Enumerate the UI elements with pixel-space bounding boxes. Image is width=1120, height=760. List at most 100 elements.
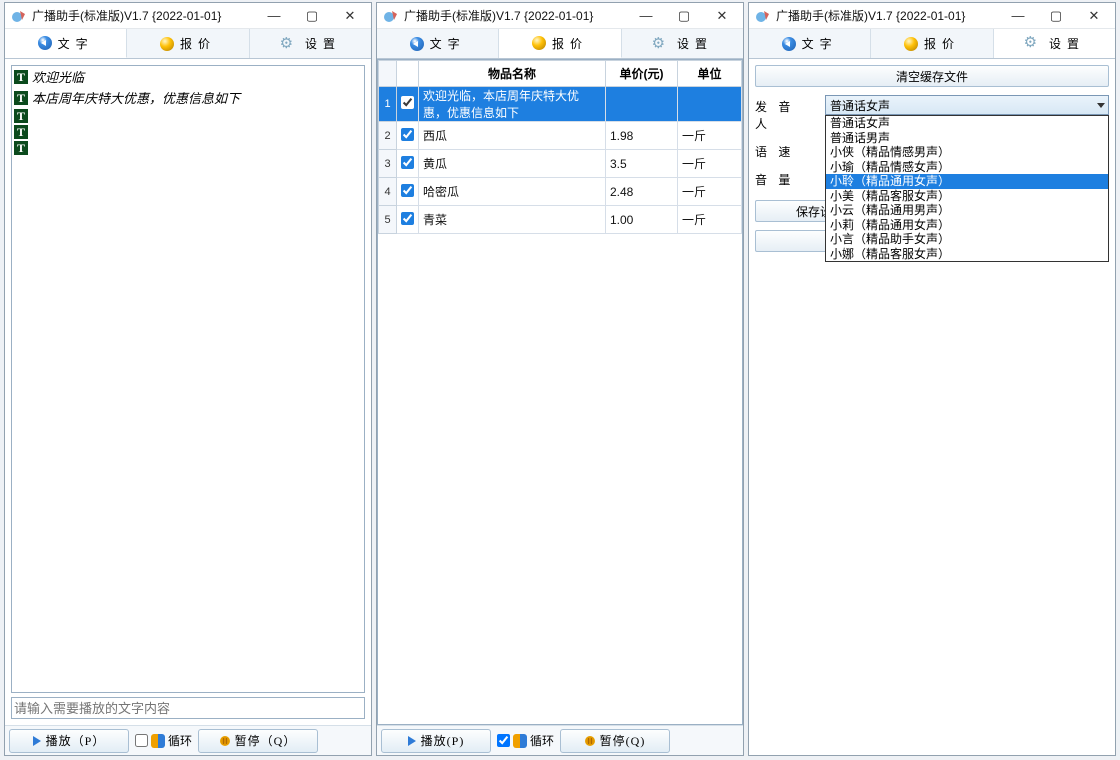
close-button[interactable]: ✕	[1075, 4, 1113, 28]
minimize-button[interactable]: —	[255, 4, 293, 28]
gear-icon: ⚙	[652, 37, 671, 51]
list-item[interactable]: T	[12, 108, 364, 124]
pause-button[interactable]: 暂停（Q）	[198, 729, 318, 753]
minimize-button[interactable]: —	[627, 4, 665, 28]
tab-settings-label: 设置	[305, 35, 341, 52]
tab-settings-label: 设置	[1049, 35, 1085, 52]
cell-check[interactable]	[397, 122, 419, 150]
voice-combo[interactable]: 普通话女声 普通话女声普通话男声小侠（精品情感男声）小瑜（精品情感女声）小聆（精…	[825, 95, 1109, 115]
cell-check[interactable]	[397, 178, 419, 206]
cell-check[interactable]	[397, 87, 419, 122]
text-list[interactable]: T欢迎光临 T 本店周年庆特大优惠，优惠信息如下 T T T	[11, 65, 365, 693]
cell-name: 西瓜	[419, 122, 606, 150]
list-item-text: 本店周年庆特大优惠，优惠信息如下	[32, 88, 240, 107]
list-item[interactable]: T	[12, 140, 364, 156]
play-button-label: 播放(P)	[421, 732, 465, 749]
maximize-button[interactable]: ▢	[1037, 4, 1075, 28]
list-item[interactable]: T欢迎光临	[12, 66, 364, 87]
voice-dropdown[interactable]: 普通话女声普通话男声小侠（精品情感男声）小瑜（精品情感女声）小聆（精品通用女声）…	[825, 115, 1109, 262]
app-icon	[11, 8, 27, 24]
cell-price: 3.5	[606, 150, 678, 178]
pause-icon	[220, 736, 230, 746]
voice-option[interactable]: 小美（精品客服女声）	[826, 189, 1108, 204]
voice-option[interactable]: 小言（精品助手女声）	[826, 232, 1108, 247]
list-item[interactable]: T	[12, 124, 364, 140]
loop-toggle[interactable]: 循环	[497, 732, 554, 749]
tab-price[interactable]: 报价	[127, 29, 249, 58]
row-checkbox[interactable]	[401, 96, 414, 109]
loop-checkbox[interactable]	[135, 734, 148, 747]
cell-unit	[678, 87, 742, 122]
left-arrow-icon	[782, 37, 796, 51]
minimize-button[interactable]: —	[999, 4, 1037, 28]
coin-icon	[532, 36, 546, 50]
voice-option[interactable]: 小娜（精品客服女声）	[826, 247, 1108, 262]
bottom-toolbar: 播放（P） 循环 暂停（Q）	[5, 725, 371, 755]
voice-option[interactable]: 普通话女声	[826, 116, 1108, 131]
col-unit: 单位	[678, 61, 742, 87]
voice-option[interactable]: 小瑜（精品情感女声）	[826, 160, 1108, 175]
loop-icon	[513, 734, 527, 748]
tab-text[interactable]: 文字	[749, 29, 871, 58]
cell-unit: 一斤	[678, 150, 742, 178]
play-button[interactable]: 播放(P)	[381, 729, 491, 753]
cell-check[interactable]	[397, 150, 419, 178]
tab-settings[interactable]: ⚙设置	[250, 29, 371, 58]
cell-rownum: 5	[379, 206, 397, 234]
play-button-label: 播放（P）	[46, 732, 106, 749]
close-button[interactable]: ✕	[331, 4, 369, 28]
maximize-button[interactable]: ▢	[665, 4, 703, 28]
play-button[interactable]: 播放（P）	[9, 729, 129, 753]
voice-option[interactable]: 普通话男声	[826, 131, 1108, 146]
cell-rownum: 2	[379, 122, 397, 150]
tab-settings[interactable]: ⚙设置	[622, 29, 743, 58]
voice-option[interactable]: 小聆（精品通用女声）	[826, 174, 1108, 189]
table-row[interactable]: 4哈密瓜2.48一斤	[379, 178, 742, 206]
clear-cache-button[interactable]: 清空缓存文件	[755, 65, 1109, 87]
cell-check[interactable]	[397, 206, 419, 234]
window-price: 广播助手(标准版)V1.7 {2022-01-01} — ▢ ✕ 文字 报价 ⚙…	[376, 2, 744, 756]
window-settings: 广播助手(标准版)V1.7 {2022-01-01} — ▢ ✕ 文字 报价 ⚙…	[748, 2, 1116, 756]
t-icon: T	[14, 70, 28, 84]
row-checkbox[interactable]	[401, 212, 414, 225]
list-item[interactable]: T 本店周年庆特大优惠，优惠信息如下	[12, 87, 364, 108]
window-title: 广播助手(标准版)V1.7 {2022-01-01}	[776, 7, 965, 24]
close-button[interactable]: ✕	[703, 4, 741, 28]
table-row[interactable]: 2西瓜1.98一斤	[379, 122, 742, 150]
price-grid[interactable]: 物品名称 单价(元) 单位 1欢迎光临，本店周年庆特大优惠，优惠信息如下2西瓜1…	[377, 59, 743, 725]
tab-text[interactable]: 文字	[5, 29, 127, 58]
coin-icon	[904, 37, 918, 51]
play-icon	[408, 736, 416, 746]
pause-button[interactable]: 暂停(Q)	[560, 729, 670, 753]
cell-unit: 一斤	[678, 122, 742, 150]
col-check	[397, 61, 419, 87]
voice-option[interactable]: 小莉（精品通用女声）	[826, 218, 1108, 233]
tab-price[interactable]: 报价	[499, 29, 621, 58]
row-checkbox[interactable]	[401, 184, 414, 197]
loop-toggle[interactable]: 循环	[135, 732, 192, 749]
voice-option[interactable]: 小云（精品通用男声）	[826, 203, 1108, 218]
table-row[interactable]: 1欢迎光临，本店周年庆特大优惠，优惠信息如下	[379, 87, 742, 122]
table-row[interactable]: 5青菜1.00一斤	[379, 206, 742, 234]
t-icon: T	[14, 91, 28, 105]
loop-checkbox[interactable]	[497, 734, 510, 747]
table-row[interactable]: 3黄瓜3.5一斤	[379, 150, 742, 178]
voice-option[interactable]: 小侠（精品情感男声）	[826, 145, 1108, 160]
row-checkbox[interactable]	[401, 128, 414, 141]
tab-settings[interactable]: ⚙ 设置	[994, 29, 1115, 58]
maximize-button[interactable]: ▢	[293, 4, 331, 28]
titlebar: 广播助手(标准版)V1.7 {2022-01-01} — ▢ ✕	[377, 3, 743, 29]
row-checkbox[interactable]	[401, 156, 414, 169]
t-icon: T	[14, 125, 28, 139]
t-icon: T	[14, 109, 28, 123]
cell-rownum: 3	[379, 150, 397, 178]
cell-price: 2.48	[606, 178, 678, 206]
gear-icon: ⚙	[1024, 36, 1043, 50]
text-input[interactable]	[11, 697, 365, 719]
tab-text[interactable]: 文字	[377, 29, 499, 58]
pause-button-label: 暂停(Q)	[600, 732, 646, 749]
app-icon	[383, 8, 399, 24]
tab-price[interactable]: 报价	[871, 29, 993, 58]
tab-price-label: 报价	[180, 35, 216, 52]
app-icon	[755, 8, 771, 24]
